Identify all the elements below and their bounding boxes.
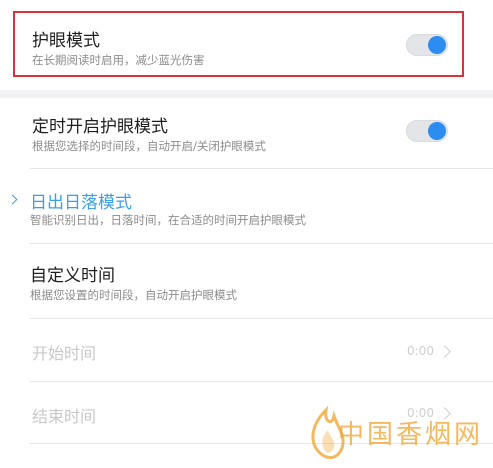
divider [30, 318, 493, 319]
start-time-label[interactable]: 开始时间 [32, 340, 96, 364]
timed-mode-toggle[interactable] [406, 120, 448, 142]
toggle-knob-icon [428, 122, 446, 140]
watermark-text: 中国香烟网 [338, 420, 484, 450]
end-time-label[interactable]: 结束时间 [32, 403, 96, 427]
sunrise-mode-title[interactable]: 日出日落模式 [30, 188, 132, 213]
timed-mode-title: 定时开启护眼模式 [32, 117, 168, 137]
divider [30, 381, 493, 382]
custom-time-title[interactable]: 自定义时间 [30, 261, 115, 286]
custom-time-subtitle: 根据您设置的时间段，自动开启护眼模式 [30, 288, 237, 302]
divider [30, 243, 493, 244]
chevron-right-icon [438, 345, 451, 358]
start-time-value: 0:00 [407, 344, 434, 358]
highlight-box [13, 11, 464, 77]
sunrise-mode-subtitle: 智能识别日出，日落时间，在合适的时间开启护眼模式 [30, 213, 306, 227]
timed-mode-subtitle: 根据您选择的时间段，自动开启/关闭护眼模式 [32, 139, 266, 153]
divider [30, 168, 493, 169]
